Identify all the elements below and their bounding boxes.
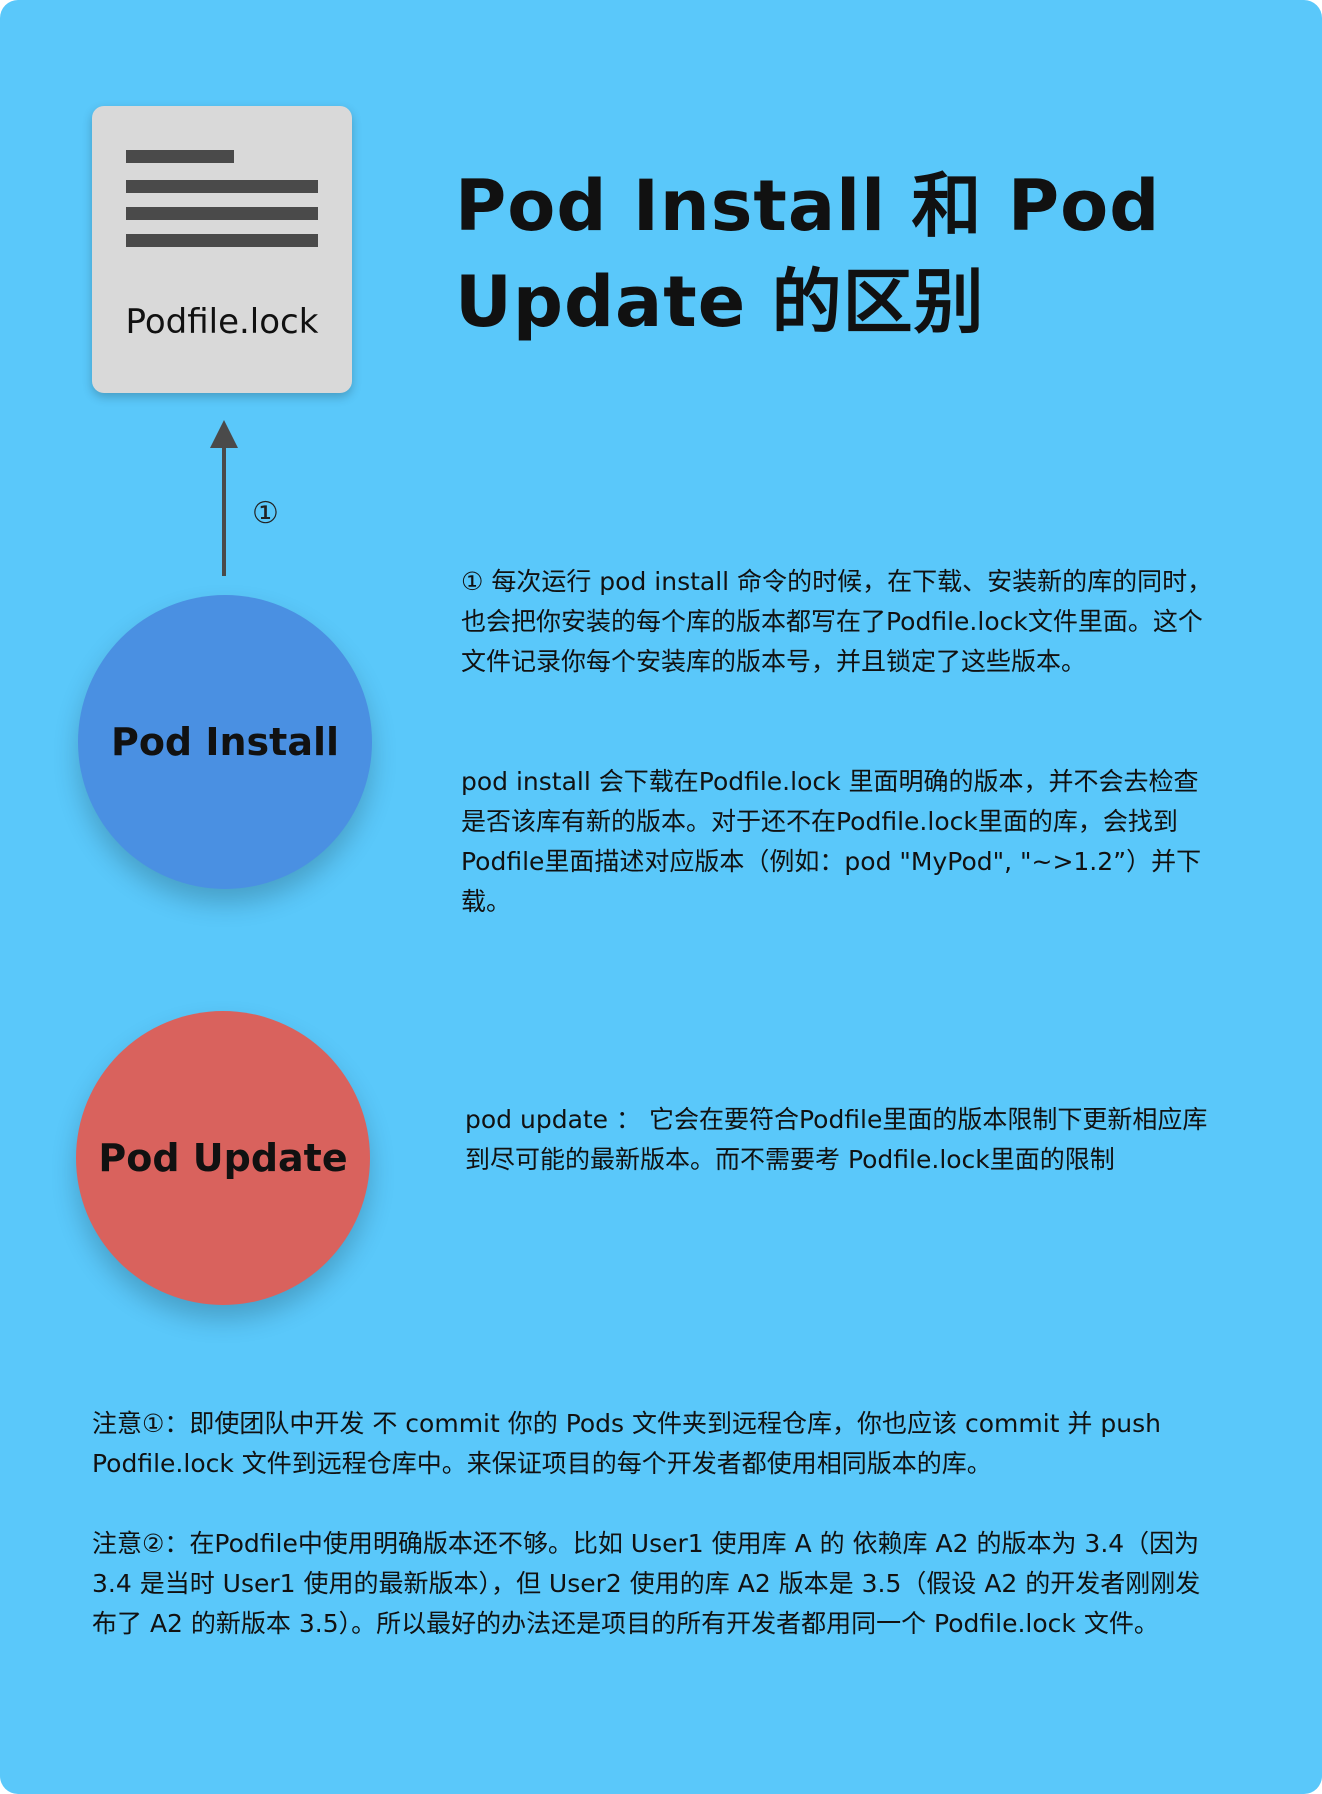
title-line-2: Update 的区别 xyxy=(455,261,985,343)
title-line-1: Pod Install 和 Pod xyxy=(455,165,1161,247)
install-description: ① 每次运行 pod install 命令的时候，在下载、安装新的库的同时，也会… xyxy=(461,567,1213,676)
notice-1: 注意①：即使团队中开发 不 commit 你的 Pods 文件夹到远程仓库，你也… xyxy=(92,1409,1161,1478)
document-label: Podfile.lock xyxy=(125,302,319,342)
arrow-head xyxy=(210,420,238,448)
document-line xyxy=(126,207,318,220)
install-detail: pod install 会下载在Podfile.lock 里面明确的版本，并不会… xyxy=(461,767,1202,916)
document-line xyxy=(126,150,234,163)
page-title: Pod Install 和 Pod Update 的区别 xyxy=(455,158,1215,350)
pod-update-label: Pod Update xyxy=(98,1136,348,1180)
document-line xyxy=(126,180,318,193)
install-to-lock-arrow xyxy=(210,420,238,576)
document-line xyxy=(126,234,318,247)
pod-install-label: Pod Install xyxy=(110,720,340,764)
arrow-step-label: ① xyxy=(252,496,279,531)
podfile-lock-document: Podfile.lock xyxy=(92,106,352,393)
diagram-canvas: Podfile.lock Pod Install 和 Pod Update 的区… xyxy=(0,0,1322,1794)
update-description: pod update ： 它会在要符合Podfile里面的版本限制下更新相应库到… xyxy=(465,1105,1208,1174)
pod-install-node: Pod Install xyxy=(78,595,372,889)
pod-update-node: Pod Update xyxy=(76,1011,370,1305)
notice-2: 注意②：在Podfile中使用明确版本还不够。比如 User1 使用库 A 的 … xyxy=(92,1529,1201,1638)
